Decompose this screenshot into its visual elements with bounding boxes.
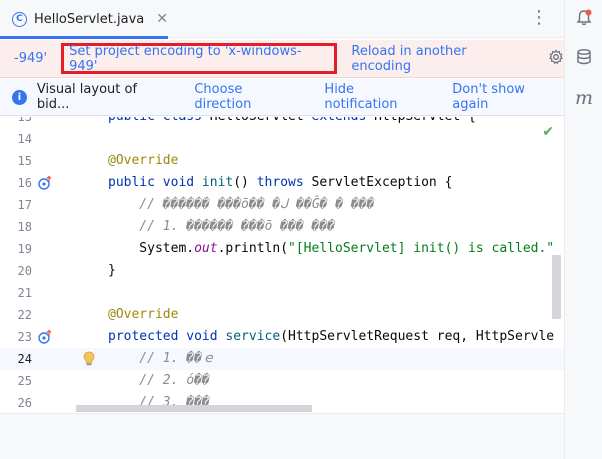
gear-icon[interactable] [548,48,564,69]
tab-hello-servlet[interactable]: C HelloServlet.java ✕ [0,0,168,39]
line-number: 13 [17,117,32,124]
code-text: // ������ ���ō�� �ᒍ ��Ĝ� � ��� [108,197,375,212]
line-number: 19 [17,242,32,256]
code-line: 20 } [0,260,564,282]
code-line: 23 protected void service(HttpServletReq… [0,326,564,348]
choose-direction-link[interactable]: Choose direction [194,82,302,112]
editor-tab-bar: C HelloServlet.java ✕ ⋮ [0,0,564,39]
line-number: 20 [17,264,32,278]
code-line-current: 24 // 1. ��ｅ [0,348,564,370]
right-tool-sidebar: m [564,0,602,459]
code-line: 22 @Override [0,304,564,326]
line-number: 25 [17,374,32,388]
info-banner-text: Visual layout of bid... [36,82,138,112]
code-text: // 2. ó�� [108,373,210,388]
code-text: @Override [108,307,179,322]
code-editor[interactable]: 13 public class HelloServlet extends Htt… [0,117,564,413]
reload-encoding-link[interactable]: Reload in another encoding [351,44,530,74]
encoding-warning-banner: -949' Set project encoding to 'x-windows… [0,40,564,78]
code-line: 16 public void init() throws ServletExce… [0,172,564,194]
horizontal-scrollbar[interactable] [76,405,312,412]
vertical-scrollbar[interactable] [552,255,561,319]
class-c-icon: C [12,11,27,27]
code-line: 18 // 1. ������ ���ō ��� ��� [0,216,564,238]
line-number: 15 [17,154,32,168]
code-text: @Override [108,153,179,168]
close-icon[interactable]: ✕ [156,11,168,27]
override-icon[interactable] [37,329,53,345]
encoding-partial-link[interactable]: -949' [14,51,47,66]
code-text: // 1. ������ ���ō ��� ��� [108,219,335,234]
code-line: 15 @Override [0,150,564,172]
tab-label: HelloServlet.java [33,11,145,27]
code-line: 21 [0,282,564,304]
code-line: 13 public class HelloServlet extends Htt… [0,117,564,128]
dont-show-again-link[interactable]: Don't show again [452,82,564,112]
notifications-bell-icon[interactable] [574,8,594,28]
maven-icon[interactable]: m [574,87,594,109]
code-text: System.out.println("[HelloServlet] init(… [108,241,555,256]
code-text: } [108,263,116,278]
override-icon[interactable] [37,175,53,191]
info-icon: i [12,89,27,105]
line-number: 24 [17,352,32,366]
set-project-encoding-link[interactable]: Set project encoding to 'x-windows-949' [61,43,338,74]
code-line: 17 // ������ ���ō�� �ᒍ ��Ĝ� � ��� [0,194,564,216]
code-text: protected void service(HttpServletReques… [108,329,555,344]
lightbulb-icon[interactable] [82,351,96,371]
editor-bottom-area [0,413,564,459]
line-number: 26 [17,396,32,410]
code-line: 14 [0,128,564,150]
line-number: 14 [17,132,32,146]
line-number: 22 [17,308,32,322]
line-number: 16 [17,176,32,190]
line-number: 21 [17,286,32,300]
line-number: 23 [17,330,32,344]
code-text: public void init() throws ServletExcepti… [108,175,453,190]
more-options-icon[interactable]: ⋮ [530,8,548,28]
line-number: 18 [17,220,32,234]
code-line: 19 System.out.println("[HelloServlet] in… [0,238,564,260]
hide-notification-link[interactable]: Hide notification [324,82,430,112]
line-number: 17 [17,198,32,212]
active-tab-indicator [0,36,168,39]
code-line: 25 // 2. ó�� [0,370,564,392]
visual-layout-info-banner: i Visual layout of bid... Choose directi… [0,79,564,116]
code-text: public class HelloServlet extends HttpSe… [108,117,476,128]
database-icon[interactable] [574,47,594,67]
code-text: // 1. ��ｅ [108,351,215,366]
